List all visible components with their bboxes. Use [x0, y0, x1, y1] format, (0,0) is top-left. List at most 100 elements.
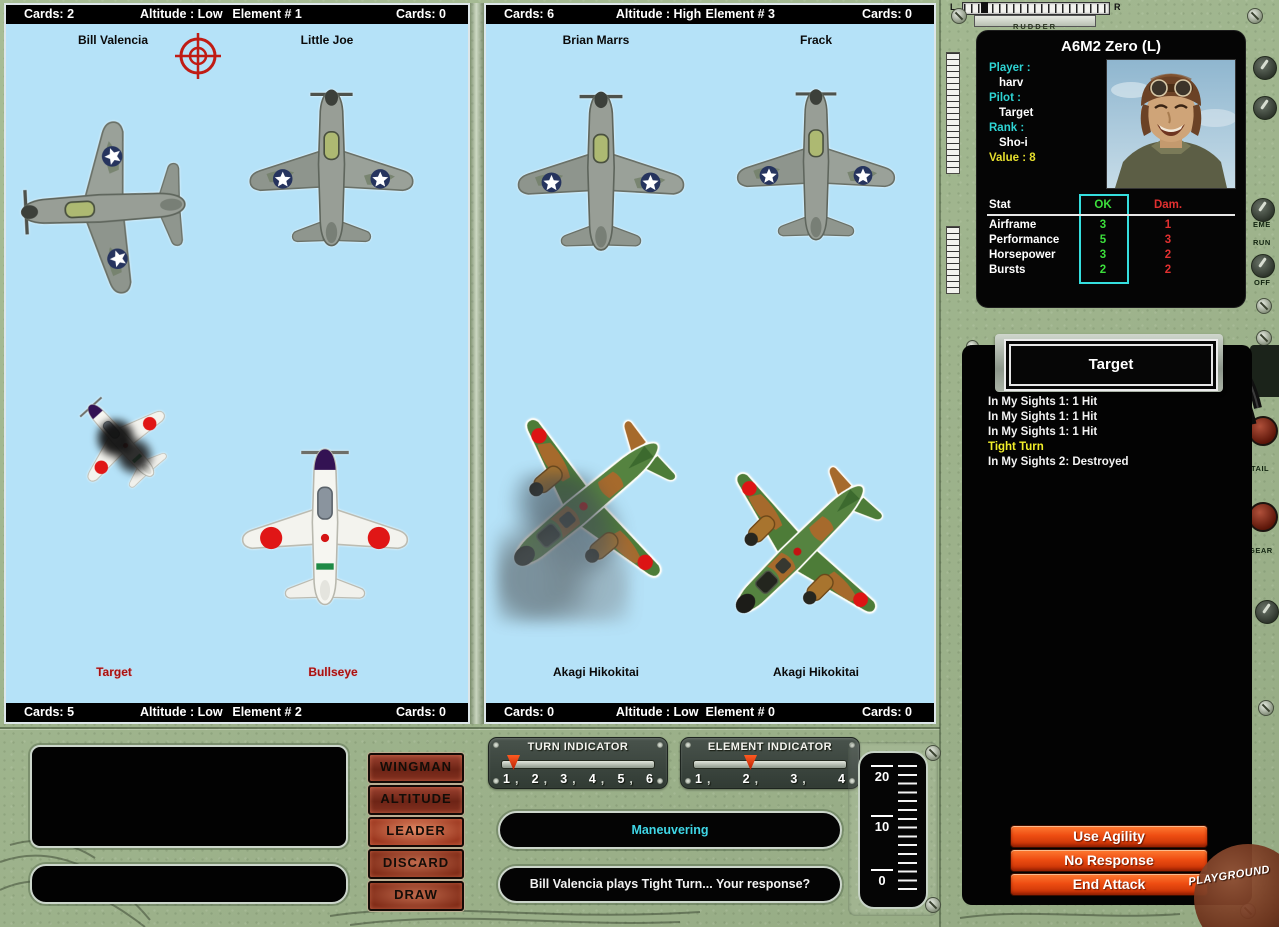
element-number: Element # 0: [706, 703, 775, 722]
status-bar-bottom-right: Cards: 0 Altitude : Low Element # 0 Card…: [486, 703, 934, 722]
log-entry: In My Sights 1: 1 Hit: [988, 396, 1238, 411]
toggle-knob-icon: [1251, 254, 1275, 278]
cards-count: Cards: 6: [504, 5, 554, 24]
stat-row-horsepower: Horsepower 3 2: [989, 249, 1235, 264]
player-label: Player :: [989, 61, 1036, 76]
rudder-gauge: L R RUDDER: [946, 0, 1126, 27]
side-gauge: [946, 52, 960, 174]
altitude-button[interactable]: ALTITUDE: [368, 785, 464, 815]
plane-akagi-bomber-2[interactable]: [704, 445, 904, 645]
status-bar-top-right: Cards: 6 Altitude : High Element # 3 Car…: [486, 5, 934, 24]
log-entry: In My Sights 2: Destroyed: [988, 456, 1238, 471]
turn-number: 1: [503, 772, 518, 786]
pilot-photo: [1106, 59, 1236, 189]
toggle-knob-icon: [1255, 600, 1279, 624]
game-screen: Cards: 2 Altitude : Low Element # 1 Card…: [0, 0, 1279, 927]
screw-icon: [1256, 330, 1272, 346]
screw-icon: [1258, 700, 1274, 716]
altitude-gauge: 20 10 0: [858, 751, 928, 909]
panel-divider: [470, 3, 484, 724]
plane-target-zero[interactable]: [68, 388, 183, 503]
panel-seam: [0, 727, 940, 729]
aircraft-info-panel: A6M2 Zero (L) Player : harv Pilot : Targ…: [976, 30, 1246, 308]
rudder-scale: [962, 2, 1110, 15]
panel-seam: [939, 0, 941, 927]
altitude-status: Altitude : Low: [616, 703, 699, 722]
dam-column-header: Dam.: [1141, 199, 1195, 211]
phase-status-message: Maneuvering: [498, 811, 842, 849]
dogfight-area-left: Cards: 2 Altitude : Low Element # 1 Card…: [4, 3, 470, 724]
rudder-plate: RUDDER: [974, 15, 1096, 27]
cards-count: Cards: 5: [24, 703, 74, 722]
tail-dial-icon: [1248, 416, 1278, 446]
status-bar-top-left: Cards: 2 Altitude : Low Element # 1 Card…: [6, 5, 468, 24]
stat-row-bursts: Bursts 2 2: [989, 264, 1235, 279]
plane-name-akagi-1: Akagi Hikokitai: [501, 665, 691, 679]
pilot-fields: Player : harv Pilot : Target Rank : Sho-…: [989, 61, 1036, 166]
screw-icon: [1240, 903, 1256, 919]
log-entry: In My Sights 1: 1 Hit: [988, 426, 1238, 441]
off-label: OFF: [1254, 278, 1279, 287]
plane-name-brian-marrs: Brian Marrs: [501, 33, 691, 47]
element-indicator: ELEMENT INDICATOR 1 2 3 4: [680, 737, 860, 789]
turn-number: 5: [617, 772, 632, 786]
element-indicator-label: ELEMENT INDICATOR: [681, 741, 859, 753]
altitude-status: Altitude : Low: [140, 5, 223, 24]
tail-label: TAIL: [1251, 464, 1279, 473]
plane-frack[interactable]: [722, 83, 910, 271]
cards-count: Cards: 0: [862, 5, 912, 24]
cards-count: Cards: 2: [24, 5, 74, 24]
stat-column-header: Stat: [989, 199, 1011, 211]
target-title: Target: [1009, 344, 1213, 386]
edge-bracket: [1250, 345, 1279, 397]
turn-number: 2: [532, 772, 547, 786]
indicator-groove: [501, 760, 655, 769]
rank-value: Sho-i: [989, 136, 1036, 151]
wingman-button[interactable]: WINGMAN: [368, 753, 464, 783]
plane-brian-marrs[interactable]: [502, 85, 700, 283]
emergency-label: EME: [1253, 220, 1279, 229]
altitude-status: Altitude : High: [616, 5, 701, 24]
screw-icon: [951, 8, 967, 24]
plane-name-little-joe: Little Joe: [232, 33, 422, 47]
plane-bill-valencia[interactable]: [14, 105, 219, 310]
log-entry: In My Sights 1: 1 Hit: [988, 411, 1238, 426]
hand-card-area[interactable]: [30, 745, 348, 848]
gear-label: GEAR: [1249, 546, 1279, 555]
plane-little-joe[interactable]: [234, 83, 429, 278]
turn-number: 4: [589, 772, 604, 786]
turn-number: 3: [560, 772, 575, 786]
run-label: RUN: [1253, 238, 1279, 247]
use-agility-button[interactable]: Use Agility: [1010, 825, 1208, 848]
side-gauge: [946, 226, 960, 294]
dogfight-area-right: Cards: 6 Altitude : High Element # 3 Car…: [484, 3, 936, 724]
discard-button[interactable]: DISCARD: [368, 849, 464, 879]
cards-count: Cards: 0: [862, 703, 912, 722]
end-attack-button[interactable]: End Attack: [1010, 873, 1208, 896]
no-response-button[interactable]: No Response: [1010, 849, 1208, 872]
stat-row-performance: Performance 5 3: [989, 234, 1235, 249]
stat-table-header: Stat OK Dam.: [989, 199, 1235, 214]
plane-akagi-bomber-1[interactable]: [486, 395, 696, 605]
log-entry-highlight: Tight Turn: [988, 441, 1238, 456]
draw-button[interactable]: DRAW: [368, 881, 464, 911]
gunsight-icon: [174, 32, 222, 80]
toggle-knob-icon: [1251, 198, 1275, 222]
rudder-right-label: R: [1114, 2, 1121, 12]
screw-icon: [1247, 8, 1263, 24]
element-number: 1: [695, 772, 710, 786]
plane-name-frack: Frack: [726, 33, 906, 47]
turn-number: 6: [646, 772, 653, 786]
screw-icon: [925, 745, 941, 761]
altitude-tick-marks: [898, 765, 917, 895]
ok-column-header: OK: [1081, 199, 1125, 211]
toggle-knob-icon: [1253, 56, 1277, 80]
plane-bullseye-zero[interactable]: [230, 443, 420, 633]
altitude-tick-20: 20: [869, 765, 895, 784]
target-title-box: Target: [1004, 339, 1218, 391]
rank-label: Rank :: [989, 121, 1036, 136]
altitude-tick-0: 0: [869, 869, 895, 888]
element-number: Element # 1: [232, 5, 301, 24]
leader-button[interactable]: LEADER: [368, 817, 464, 847]
element-number: 2: [743, 772, 758, 786]
